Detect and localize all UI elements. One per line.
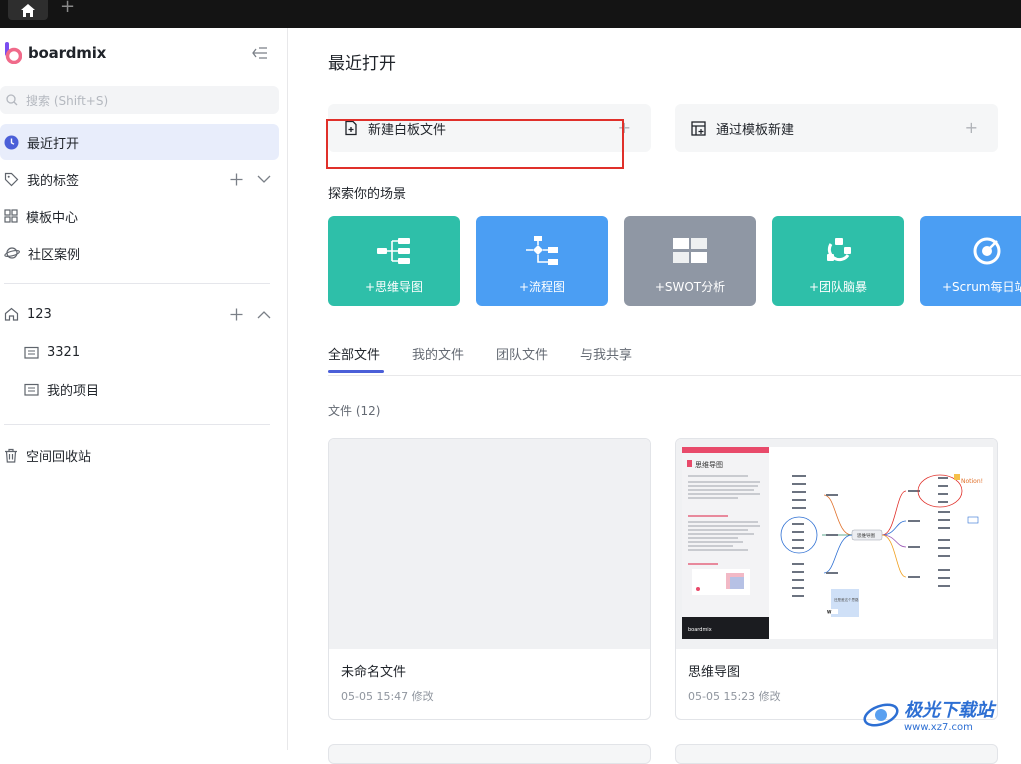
- tab-team-files[interactable]: 团队文件: [496, 344, 564, 373]
- svg-text:思维导图: 思维导图: [695, 460, 723, 469]
- sidebar-item-community[interactable]: 社区案例: [0, 235, 279, 271]
- home-icon: [21, 3, 35, 17]
- sidebar-divider: [4, 283, 270, 284]
- mindmap-icon: [377, 238, 410, 264]
- sidebar-item-label: 空间回收站: [26, 449, 92, 465]
- add-tag-icon[interactable]: [230, 173, 243, 186]
- svg-text:boardmix: boardmix: [688, 627, 712, 633]
- sidebar-item-label: 最近打开: [27, 136, 80, 152]
- sidebar-item-tags[interactable]: 我的标签: [0, 161, 279, 197]
- trash-icon: [5, 448, 17, 463]
- tab-my-files[interactable]: 我的文件: [412, 344, 480, 373]
- brand-name: boardmix: [28, 44, 107, 62]
- main-content: 最近打开 新建白板文件 + 通过模板新建 + 探索你的场景 +思维导图 +流程图…: [288, 28, 1021, 764]
- scene-label: +思维导图: [364, 280, 424, 294]
- file-modified-date: 05-05 15:47 修改: [341, 690, 434, 703]
- scene-label: +SWOT分析: [654, 280, 726, 294]
- file-card[interactable]: 思维导图 boardmix 思维导图 Notion! 还是差这个思路 W 思维导…: [675, 438, 998, 720]
- tab-all-files[interactable]: 全部文件: [328, 344, 396, 373]
- project-label: 3321: [47, 344, 81, 360]
- sidebar-item-label: 模板中心: [26, 210, 79, 226]
- file-card-partial[interactable]: [675, 744, 998, 764]
- watermark-logo-icon: [863, 702, 899, 727]
- boardmix-logo-icon: [5, 42, 22, 64]
- scrum-icon: [973, 237, 1000, 265]
- watermark-url: www.xz7.com: [904, 722, 973, 733]
- svg-text:思维导图: 思维导图: [857, 532, 875, 539]
- sidebar-item-label: 我的标签: [27, 173, 80, 189]
- file-thumbnail: [329, 439, 650, 649]
- new-tab-button[interactable]: +: [60, 0, 75, 17]
- scene-swot-card[interactable]: +SWOT分析: [624, 216, 756, 306]
- search-icon: [6, 94, 18, 106]
- file-card[interactable]: 未命名文件 05-05 15:47 修改: [328, 438, 651, 720]
- new-from-template-label: 通过模板新建: [716, 122, 795, 138]
- title-bar: +: [0, 0, 1021, 28]
- scene-brainstorm-card[interactable]: +团队脑暴: [772, 216, 904, 306]
- sidebar-item-recent[interactable]: 最近打开: [0, 124, 279, 160]
- file-name: 未命名文件: [341, 665, 407, 680]
- project-label: 我的项目: [47, 383, 100, 399]
- flowchart-icon: [526, 236, 558, 265]
- scene-scrum-card[interactable]: +Scrum每日站: [920, 216, 1021, 306]
- grid-icon: [4, 209, 18, 223]
- sidebar-item-templates[interactable]: 模板中心: [0, 198, 279, 234]
- new-from-template-button[interactable]: 通过模板新建 +: [675, 104, 998, 152]
- chevron-down-icon[interactable]: [257, 175, 271, 184]
- watermark-title: 极光下载站: [904, 700, 994, 721]
- sidebar-divider: [4, 424, 270, 425]
- folder-icon: [24, 383, 39, 396]
- swot-icon: [673, 238, 707, 263]
- svg-text:W: W: [827, 610, 832, 615]
- planet-icon: [4, 247, 20, 259]
- svg-text:还是差这个思路: 还是差这个思路: [834, 597, 859, 602]
- watermark: 极光下载站 www.xz7.com: [862, 696, 994, 733]
- workspace-item[interactable]: 123: [0, 296, 279, 332]
- search-placeholder: 搜索 (Shift+S): [26, 93, 109, 108]
- add-project-icon[interactable]: [230, 308, 243, 321]
- brand-logo[interactable]: boardmix: [4, 42, 106, 64]
- tab-shared-with-me[interactable]: 与我共享: [580, 344, 648, 373]
- mindmap-thumbnail-image: 思维导图 boardmix 思维导图 Notion! 还是差这个思路 W: [676, 439, 997, 649]
- home-tab[interactable]: [8, 0, 48, 20]
- page-title: 最近打开: [328, 54, 396, 74]
- tabs-divider: [328, 375, 1021, 376]
- scene-label: +流程图: [518, 280, 566, 294]
- file-count: 文件 (12): [328, 404, 381, 418]
- scene-label: +Scrum每日站: [942, 280, 1021, 294]
- scene-mindmap-card[interactable]: +思维导图: [328, 216, 460, 306]
- search-input[interactable]: 搜索 (Shift+S): [0, 86, 279, 114]
- file-modified-date: 05-05 15:23 修改: [688, 690, 781, 703]
- scenes-heading: 探索你的场景: [328, 187, 407, 202]
- template-icon: [691, 120, 706, 136]
- collapse-sidebar-icon[interactable]: [252, 45, 268, 64]
- project-item[interactable]: 3321: [24, 337, 80, 367]
- workspace-label: 123: [27, 306, 52, 322]
- home-outline-icon: [4, 307, 19, 321]
- svg-text:Notion!: Notion!: [961, 478, 983, 485]
- file-name: 思维导图: [688, 665, 741, 680]
- scene-flowchart-card[interactable]: +流程图: [476, 216, 608, 306]
- plus-icon: +: [964, 118, 978, 137]
- project-item[interactable]: 我的项目: [24, 374, 99, 404]
- tag-icon: [4, 172, 19, 186]
- brainstorm-icon: [827, 238, 851, 262]
- sidebar: boardmix 搜索 (Shift+S) 最近打开 我的标签 模板中心 社区案…: [0, 28, 288, 750]
- clock-icon: [4, 135, 19, 149]
- file-card-partial[interactable]: [328, 744, 651, 764]
- highlight-annotation: [326, 119, 624, 169]
- folder-icon: [24, 346, 39, 359]
- file-tabs: 全部文件 我的文件 团队文件 与我共享: [328, 344, 664, 373]
- sidebar-item-label: 社区案例: [28, 247, 81, 263]
- chevron-up-icon[interactable]: [257, 310, 271, 319]
- sidebar-item-trash[interactable]: 空间回收站: [0, 437, 279, 473]
- scene-label: +团队脑暴: [808, 280, 868, 294]
- file-thumbnail: 思维导图 boardmix 思维导图 Notion! 还是差这个思路 W: [676, 439, 997, 649]
